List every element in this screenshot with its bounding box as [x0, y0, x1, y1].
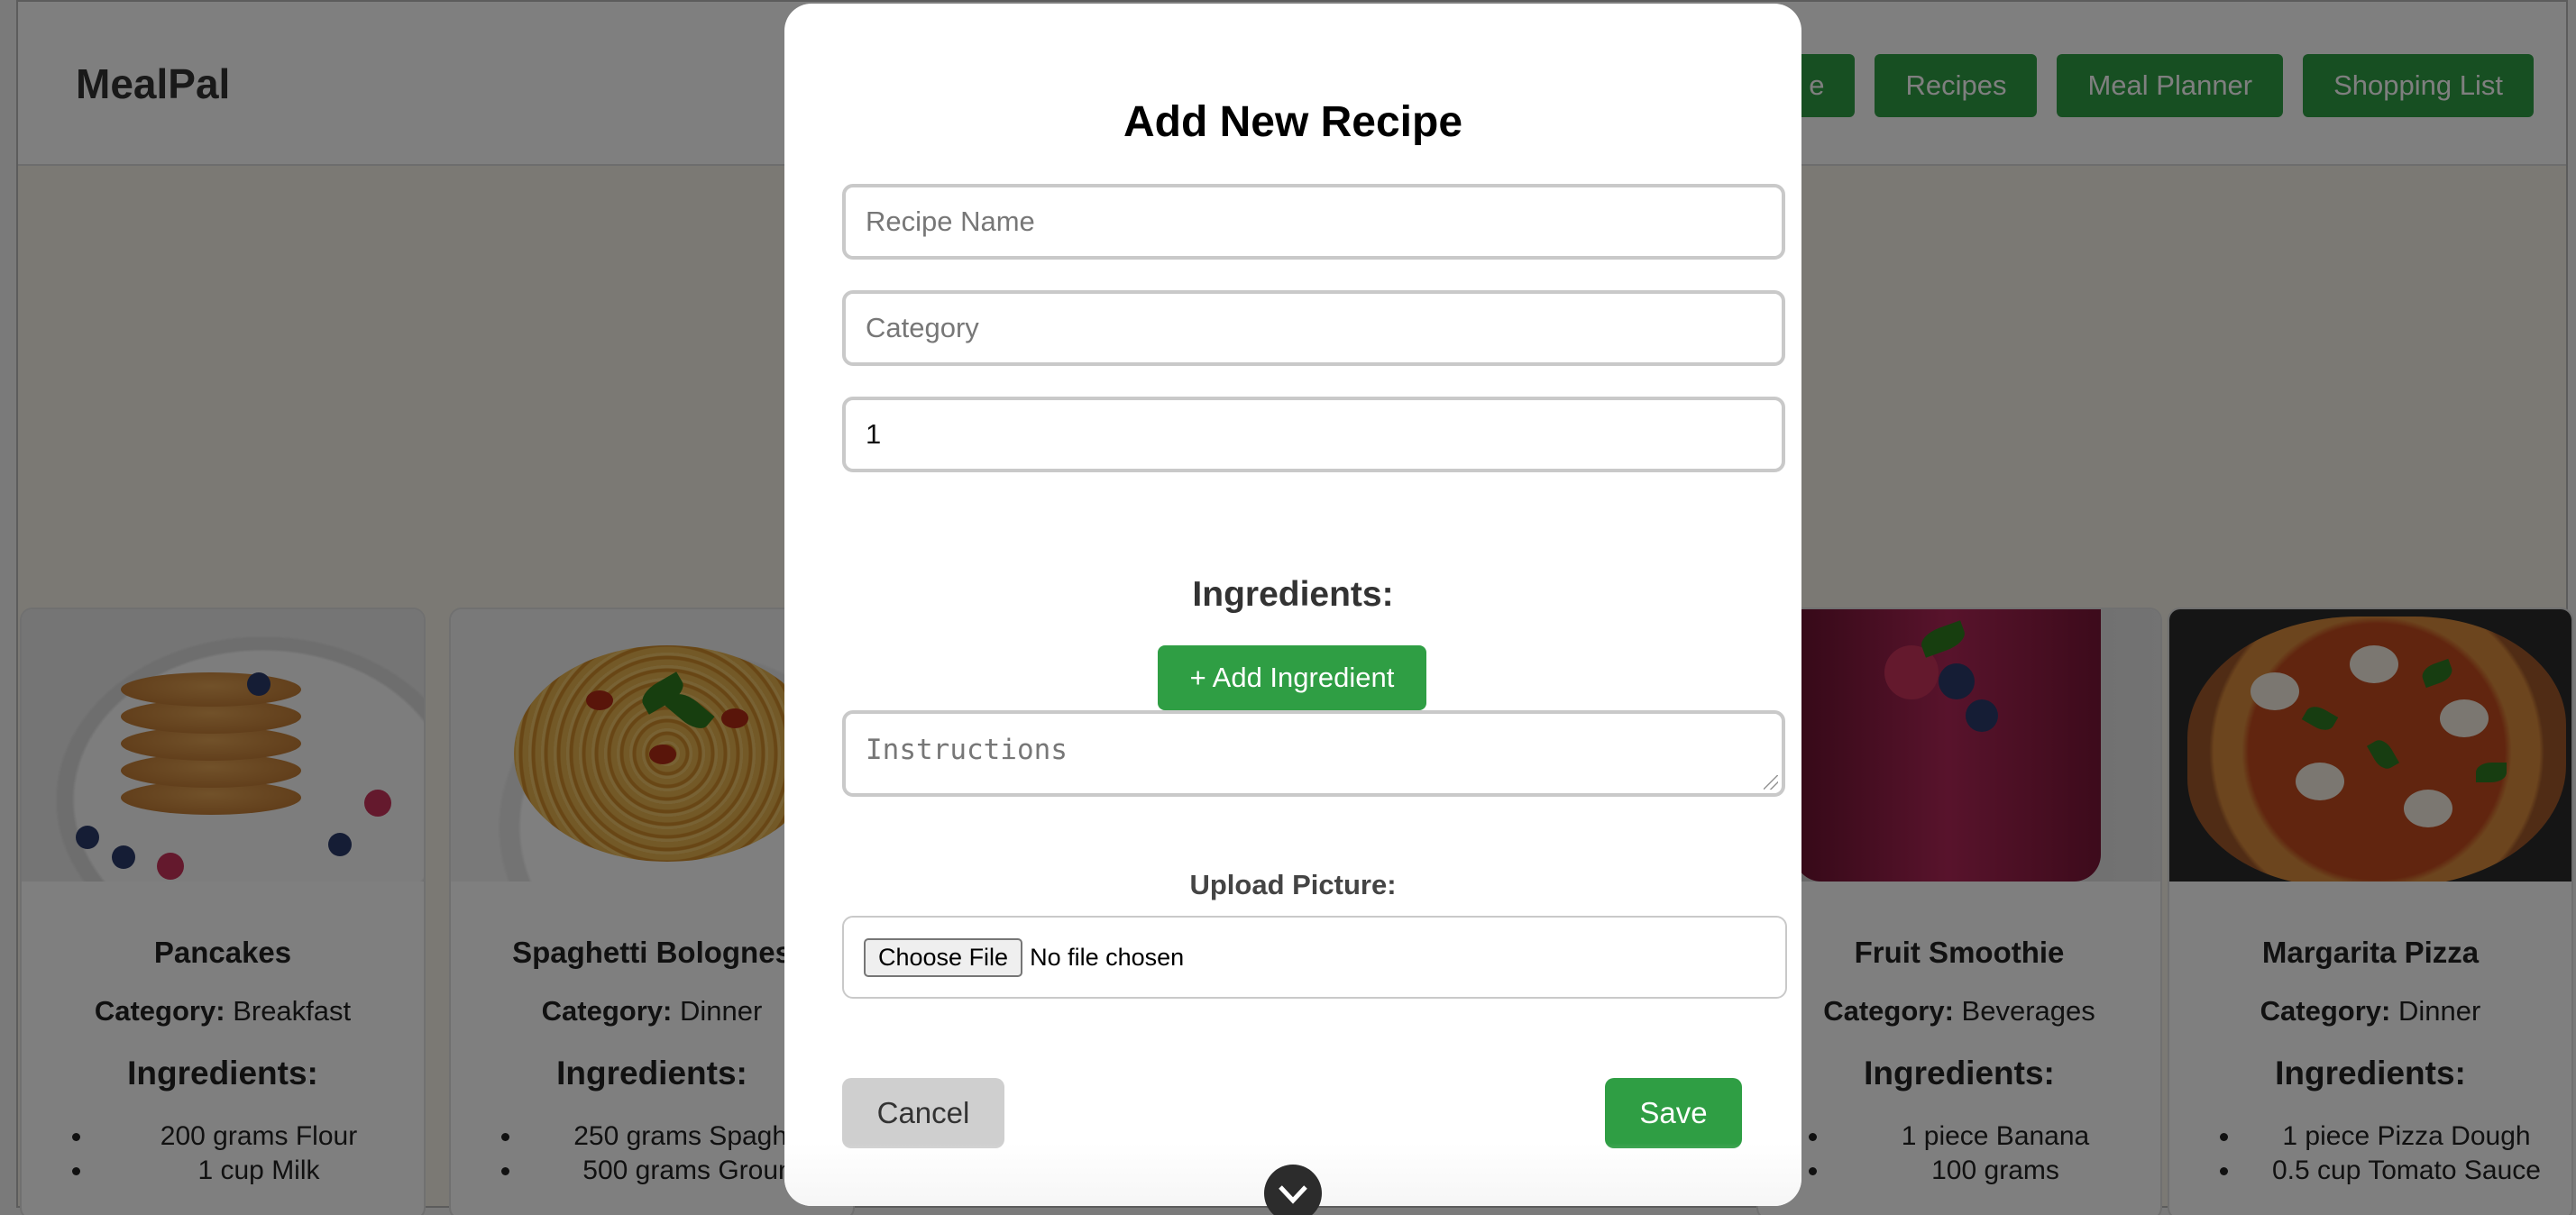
modal-title: Add New Recipe	[1123, 98, 1463, 146]
recipe-name-input[interactable]: Recipe Name	[842, 184, 1785, 260]
upload-picture-label: Upload Picture:	[1189, 869, 1397, 900]
instructions-textarea[interactable]: Instructions	[842, 710, 1785, 797]
servings-input[interactable]: 1	[842, 397, 1785, 472]
instructions-placeholder: Instructions	[866, 734, 1068, 766]
file-status: No file chosen	[1030, 943, 1185, 971]
file-upload-field: Choose File No file chosen	[842, 916, 1787, 999]
add-recipe-modal: Add New Recipe Recipe Name Category 1 In…	[784, 4, 1801, 1215]
cancel-button[interactable]: Cancel	[842, 1078, 1004, 1148]
choose-file-button[interactable]: Choose File	[864, 937, 1023, 977]
ingredients-heading: Ingredients:	[1192, 575, 1394, 614]
category-input[interactable]: Category	[842, 290, 1785, 366]
chevron-down-icon[interactable]	[1264, 1165, 1322, 1215]
resize-handle[interactable]	[1764, 775, 1778, 790]
add-ingredient-button[interactable]: + Add Ingredient	[1158, 645, 1426, 710]
save-button[interactable]: Save	[1605, 1078, 1742, 1148]
